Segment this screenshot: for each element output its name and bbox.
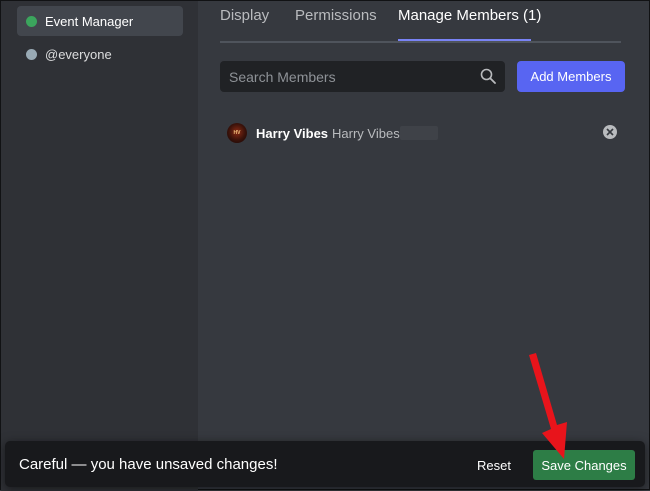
role-color-dot [26,15,37,27]
avatar-logo-text: HV [233,129,241,136]
search-members-box [220,61,505,92]
reset-button[interactable]: Reset [471,450,517,480]
tab-display[interactable]: Display [220,7,269,24]
tab-manage-members[interactable]: Manage Members (1) [398,7,541,24]
unsaved-changes-bar: Careful — you have unsaved changes! Rese… [5,441,645,487]
save-changes-button[interactable]: Save Changes [533,450,635,480]
role-label: @everyone [45,46,112,62]
remove-member-button[interactable] [603,125,617,139]
member-username: Harry Vibes [332,125,400,141]
search-members-input[interactable] [229,68,469,85]
member-display-name: Harry Vibes [256,125,329,141]
unsaved-changes-message: Careful — you have unsaved changes! [19,456,278,473]
member-row: HV Harry Vibes Harry Vibes [227,121,621,145]
redacted-discriminator [399,126,438,140]
add-members-button[interactable]: Add Members [517,61,625,92]
roles-sidebar: Event Manager @everyone [1,1,198,491]
role-item-everyone[interactable]: @everyone [17,39,183,69]
avatar: HV [227,123,247,143]
role-item-event-manager[interactable]: Event Manager [17,6,183,36]
search-icon[interactable] [480,68,496,84]
role-settings-panel: Display Permissions Manage Members (1) A… [198,1,650,491]
close-icon [606,128,614,136]
role-tabs: Display Permissions Manage Members (1) [220,1,621,43]
role-color-dot [26,48,37,60]
active-tab-indicator [398,39,531,41]
tab-permissions[interactable]: Permissions [295,7,377,24]
role-label: Event Manager [45,13,134,29]
